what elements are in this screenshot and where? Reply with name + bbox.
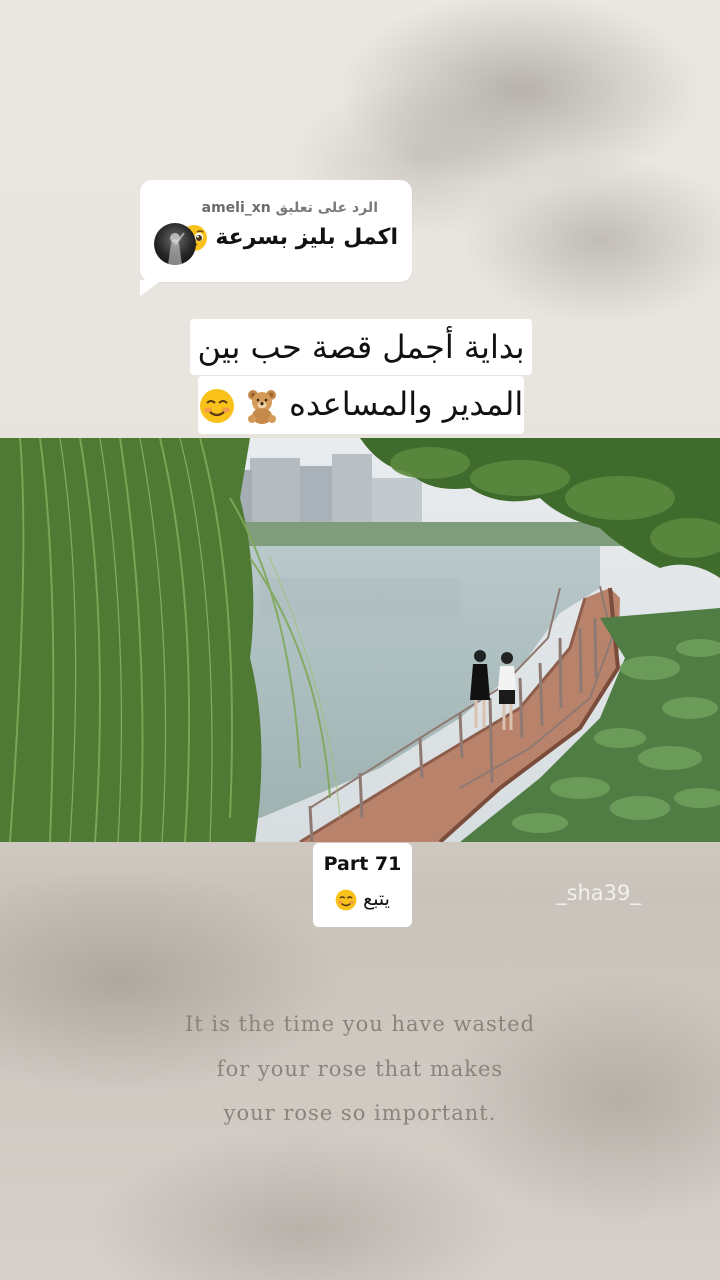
quote-line-1: It is the time you have wasted [184,1012,536,1036]
reply-meta: الرد على تعليق ameli_xn [202,200,378,216]
reply-comment-bubble[interactable]: الرد على تعليق ameli_xn اكمل بليز بسرعة [140,180,412,282]
smiling-face-icon [335,888,357,910]
video-player[interactable] [0,438,720,842]
teddy-bear-icon [235,385,279,424]
part-follow-row: يتبع [313,888,412,911]
creator-watermark: _sha39_ [556,881,641,905]
part-follow-text: يتبع [363,888,390,910]
part-number: Part 71 [323,853,402,875]
caption-line-2: المدير والمساعده [198,376,524,434]
user-avatar[interactable] [154,223,196,265]
reply-username[interactable]: ameli_xn [202,200,271,216]
quote-line-2: for your rose that makes [216,1057,504,1081]
video-frame-scene [0,438,720,842]
part-label-box: Part 71 يتبع [313,843,412,927]
comment-text: اكمل بليز بسرعة [215,225,398,250]
quote-line-3: your rose so important. [223,1101,497,1125]
reply-prefix: الرد على تعليق [275,200,378,216]
caption-line-1: بداية أجمل قصة حب بين [190,319,532,375]
reply-bubble-tail [140,280,162,296]
smiling-face-icon [199,385,235,423]
caption-text-2: المدير والمساعده [289,385,524,423]
reply-comment-text: اكمل بليز بسرعة [180,224,398,252]
